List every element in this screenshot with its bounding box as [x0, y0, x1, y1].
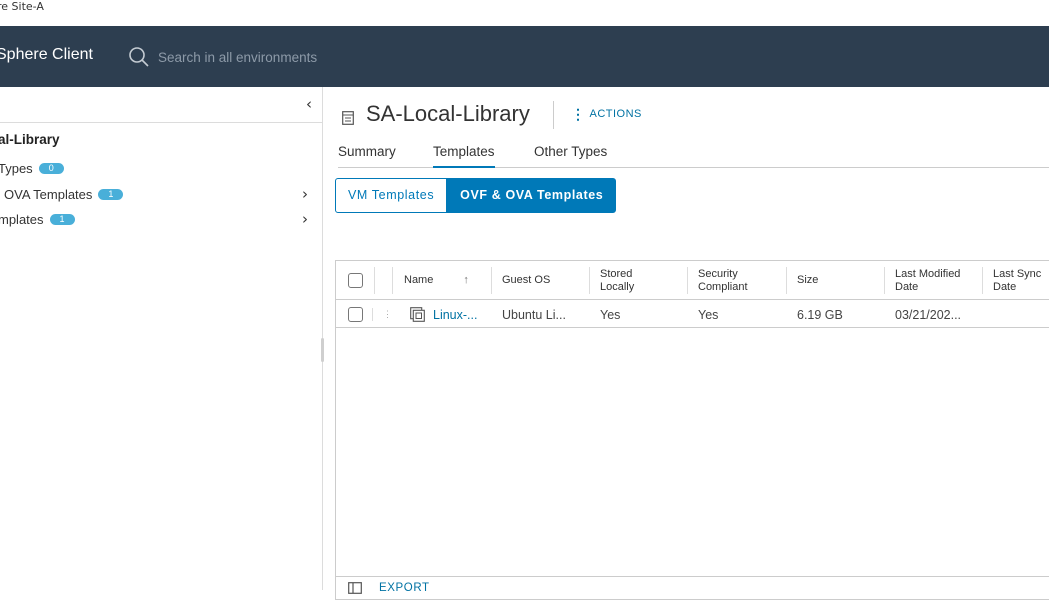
chevron-right-icon[interactable]: ›: [302, 185, 308, 203]
stored-locally-cell: Yes: [600, 307, 621, 322]
templates-datagrid: Name ↑ Guest OS Stored Locally Security …: [335, 260, 1049, 600]
divider: [0, 122, 323, 123]
column-divider[interactable]: [687, 267, 688, 294]
tab-bar: Summary Templates Other Types: [338, 142, 1049, 168]
sidebar-item-vm-templates[interactable]: mplates 1: [0, 212, 75, 227]
ovf-template-icon: [410, 301, 425, 328]
vm-templates-button[interactable]: VM Templates: [335, 178, 448, 213]
column-header-guest-os[interactable]: Guest OS: [502, 261, 550, 300]
row-checkbox-cell: [348, 301, 363, 328]
column-divider[interactable]: [491, 267, 492, 294]
column-header-last-modified[interactable]: Last Modified Date: [895, 261, 975, 300]
tab-summary[interactable]: Summary: [338, 144, 396, 168]
sidebar-item-label: Types: [0, 161, 33, 176]
column-divider[interactable]: [982, 267, 983, 294]
sidebar-library-title[interactable]: al-Library: [0, 132, 60, 147]
column-header-security-compliant[interactable]: Security Compliant: [698, 261, 768, 300]
export-button[interactable]: EXPORT: [379, 582, 430, 594]
search-input[interactable]: Search in all environments: [158, 50, 317, 65]
grid-header: Name ↑ Guest OS Stored Locally Security …: [336, 261, 1049, 300]
select-all-checkbox-cell: [348, 261, 363, 300]
select-all-checkbox[interactable]: [348, 273, 363, 288]
column-divider: [374, 267, 375, 294]
column-divider[interactable]: [884, 267, 885, 294]
kebab-icon: ⋮: [571, 106, 586, 122]
window-title: re Site-A: [0, 0, 44, 13]
library-icon: [342, 111, 354, 125]
guest-os-cell: Ubuntu Li...: [502, 307, 566, 322]
column-divider[interactable]: [589, 267, 590, 294]
row-checkbox[interactable]: [348, 307, 363, 322]
sidebar-item-label: OVA Templates: [4, 187, 93, 202]
security-compliant-cell: Yes: [698, 307, 719, 322]
page-title: SA-Local-Library: [366, 101, 530, 126]
divider: [553, 101, 554, 129]
inventory-sidebar: ‹ al-Library Types 0 OVA Templates 1 › m…: [0, 87, 323, 590]
size-cell: 6.19 GB: [797, 307, 843, 322]
ovf-ova-templates-button[interactable]: OVF & OVA Templates: [447, 178, 617, 213]
drag-handle-icon[interactable]: ⋮: [383, 301, 392, 328]
window-titlebar: re Site-A: [0, 0, 1049, 26]
actions-menu-button[interactable]: ⋮ ACTIONS: [571, 106, 642, 122]
count-badge: 1: [49, 214, 75, 225]
column-divider[interactable]: [392, 267, 393, 294]
search-icon[interactable]: [128, 46, 150, 68]
collapse-sidebar-icon[interactable]: ‹: [306, 95, 312, 113]
sort-ascending-icon[interactable]: ↑: [463, 274, 469, 287]
main-content: SA-Local-Library ⋮ ACTIONS Summary Templ…: [324, 87, 1049, 600]
count-badge: 1: [98, 189, 124, 200]
tab-templates[interactable]: Templates: [433, 144, 495, 168]
column-header-last-sync[interactable]: Last Sync Date: [993, 261, 1049, 300]
tab-other-types[interactable]: Other Types: [534, 144, 607, 168]
column-divider[interactable]: [786, 267, 787, 294]
sidebar-item-label: mplates: [0, 212, 44, 227]
brand-title[interactable]: Sphere Client: [0, 46, 93, 64]
template-type-toggle: VM Templates OVF & OVA Templates: [335, 178, 617, 213]
column-header-label: Name: [404, 274, 434, 286]
last-modified-cell: 03/21/202...: [895, 307, 962, 322]
grid-footer: EXPORT: [336, 576, 1049, 600]
sidebar-item-types[interactable]: Types 0: [0, 161, 64, 176]
table-row[interactable]: ⋮ Linux-... Ubuntu Li... Yes Yes 6.19 GB…: [336, 301, 1049, 328]
column-header-name[interactable]: Name ↑: [404, 261, 479, 300]
count-badge: 0: [38, 163, 64, 174]
sidebar-item-ova-templates[interactable]: OVA Templates 1: [4, 187, 124, 202]
actions-label: ACTIONS: [589, 108, 642, 120]
template-name-link[interactable]: Linux-...: [433, 301, 477, 328]
column-header-size[interactable]: Size: [797, 261, 818, 300]
column-divider: [372, 308, 373, 321]
chevron-right-icon[interactable]: ›: [302, 210, 308, 228]
column-header-stored-locally[interactable]: Stored Locally: [600, 261, 655, 300]
column-toggle-icon[interactable]: [348, 582, 362, 594]
app-header: Sphere Client Search in all environments: [0, 26, 1049, 87]
